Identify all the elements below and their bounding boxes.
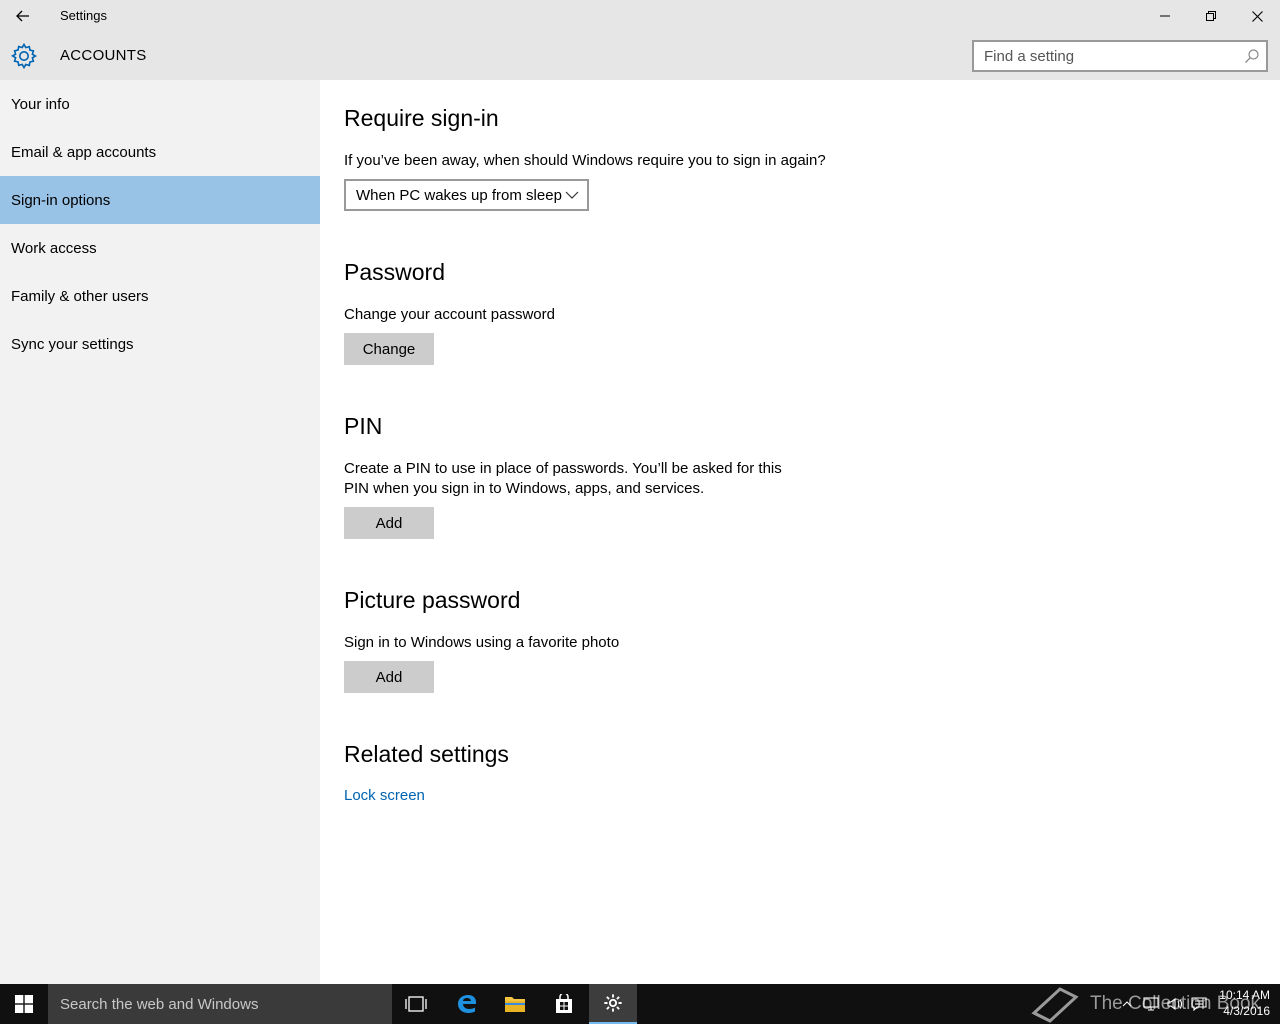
sidebar-item-label: Sign-in options	[11, 191, 111, 209]
back-arrow-icon	[16, 10, 29, 22]
add-pin-button[interactable]: Add	[344, 507, 434, 539]
taskbar-clock[interactable]: 10:14 AM 4/3/2016	[1212, 987, 1270, 1019]
page-title: ACCOUNTS	[60, 47, 147, 64]
file-explorer-button[interactable]	[491, 984, 539, 1024]
back-button[interactable]	[0, 0, 46, 32]
pin-description-line2: PIN when you sign in to Windows, apps, a…	[344, 480, 705, 497]
minimize-icon	[1160, 15, 1170, 17]
sidebar-item-sign-in-options[interactable]: Sign-in options	[0, 176, 320, 224]
close-button[interactable]	[1234, 0, 1280, 32]
lock-screen-link[interactable]: Lock screen	[344, 787, 425, 804]
settings-gear-icon	[604, 994, 622, 1012]
add-picture-password-button[interactable]: Add	[344, 661, 434, 693]
action-center-button[interactable]	[1188, 984, 1210, 1024]
task-view-icon	[405, 996, 427, 1012]
windows-logo-icon	[15, 995, 33, 1013]
sidebar-item-label: Family & other users	[11, 287, 149, 305]
taskbar-search-box[interactable]: Search the web and Windows	[48, 984, 392, 1024]
sidebar: Your info Email & app accounts Sign-in o…	[0, 80, 320, 984]
network-tray-button[interactable]	[1140, 984, 1162, 1024]
close-icon	[1251, 10, 1263, 22]
taskbar: Search the web and Windows The Collectio…	[0, 984, 1280, 1024]
start-button[interactable]	[0, 984, 48, 1024]
sidebar-item-email-app-accounts[interactable]: Email & app accounts	[0, 128, 320, 176]
sidebar-item-family-other-users[interactable]: Family & other users	[0, 272, 320, 320]
sidebar-item-your-info[interactable]: Your info	[0, 80, 320, 128]
clock-date: 4/3/2016	[1223, 1004, 1270, 1018]
network-icon	[1143, 997, 1159, 1011]
store-button[interactable]	[540, 984, 588, 1024]
volume-tray-button[interactable]	[1164, 984, 1186, 1024]
settings-app-button[interactable]	[589, 984, 637, 1024]
picture-password-description: Sign in to Windows using a favorite phot…	[344, 634, 620, 651]
dropdown-value: When PC wakes up from sleep	[356, 186, 562, 204]
sidebar-item-label: Email & app accounts	[11, 143, 157, 161]
clock-time: 10:14 AM	[1219, 988, 1270, 1002]
search-input[interactable]	[974, 42, 1234, 70]
restore-icon	[1206, 11, 1216, 21]
app-header: ACCOUNTS	[0, 32, 1280, 80]
require-sign-in-dropdown[interactable]: When PC wakes up from sleep	[344, 179, 589, 211]
minimize-button[interactable]	[1142, 0, 1188, 32]
related-settings-heading: Related settings	[344, 741, 509, 767]
store-icon	[556, 994, 572, 1013]
main-content: Require sign-in If you’ve been away, whe…	[320, 80, 1280, 984]
password-description: Change your account password	[344, 306, 555, 323]
sidebar-item-work-access[interactable]: Work access	[0, 224, 320, 272]
taskbar-search-placeholder: Search the web and Windows	[60, 995, 259, 1013]
window-title: Settings	[60, 8, 107, 23]
restore-button[interactable]	[1188, 0, 1234, 32]
sidebar-item-label: Sync your settings	[11, 335, 134, 353]
volume-icon	[1167, 997, 1183, 1011]
show-hidden-icons-button[interactable]	[1118, 984, 1136, 1024]
require-sign-in-heading: Require sign-in	[344, 105, 499, 131]
edge-browser-button[interactable]	[443, 984, 491, 1024]
task-view-button[interactable]	[392, 984, 440, 1024]
notification-icon	[1191, 997, 1207, 1011]
sidebar-item-label: Work access	[11, 239, 97, 257]
title-bar: Settings	[0, 0, 1280, 32]
gear-icon	[11, 42, 37, 70]
find-setting-search[interactable]	[972, 40, 1268, 72]
chevron-up-icon	[1122, 1001, 1132, 1007]
edge-icon	[458, 995, 476, 1013]
pin-description-line1: Create a PIN to use in place of password…	[344, 460, 782, 477]
sidebar-item-label: Your info	[11, 95, 70, 113]
sidebar-item-sync-settings[interactable]: Sync your settings	[0, 320, 320, 368]
pin-heading: PIN	[344, 413, 383, 439]
require-sign-in-question: If you’ve been away, when should Windows…	[344, 152, 826, 169]
chevron-down-icon	[565, 191, 579, 199]
book-icon	[1031, 987, 1079, 1023]
change-password-button[interactable]: Change	[344, 333, 434, 365]
password-heading: Password	[344, 259, 445, 285]
search-icon[interactable]	[1244, 48, 1260, 64]
picture-password-heading: Picture password	[344, 587, 521, 613]
folder-icon	[505, 997, 525, 1012]
